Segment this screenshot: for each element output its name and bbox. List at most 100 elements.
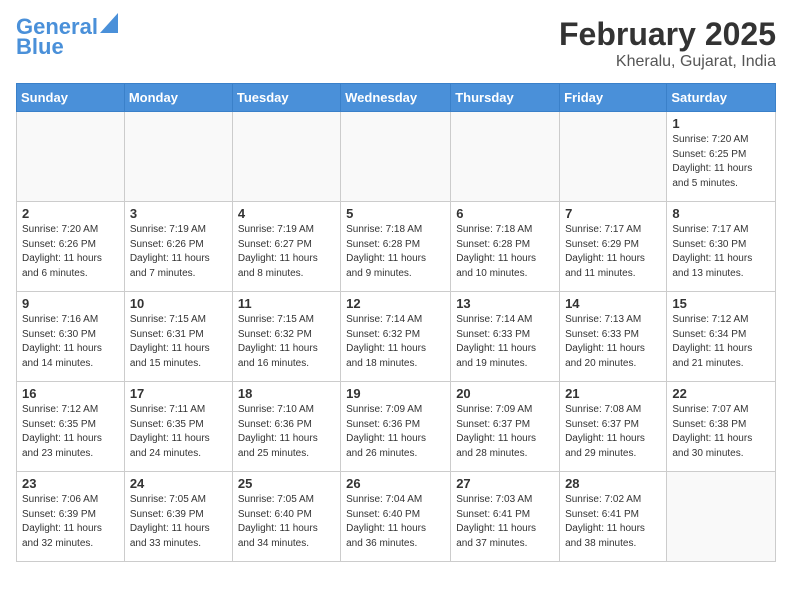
day-header-tuesday: Tuesday xyxy=(232,84,340,112)
calendar-cell: 23Sunrise: 7:06 AM Sunset: 6:39 PM Dayli… xyxy=(17,472,125,562)
day-info: Sunrise: 7:12 AM Sunset: 6:35 PM Dayligh… xyxy=(22,403,119,461)
calendar-cell: 22 Sunrise: 7:07 AM Sunset: 6:38 PM Dayli… xyxy=(667,382,776,472)
calendar-cell: 6Sunrise: 7:18 AM Sunset: 6:28 PM Daylig… xyxy=(451,202,560,292)
logo-arrow-icon xyxy=(100,13,118,33)
day-number: 9 xyxy=(22,296,119,311)
calendar-cell: 27 Sunrise: 7:03 AM Sunset: 6:41 PM Dayli… xyxy=(451,472,560,562)
day-number: 13 xyxy=(456,296,554,311)
calendar-cell xyxy=(667,472,776,562)
calendar-week-row: 16 Sunrise: 7:12 AM Sunset: 6:35 PM Dayli… xyxy=(17,382,776,472)
day-number: 4 xyxy=(238,206,335,221)
day-number: 1 xyxy=(672,116,770,131)
day-info: Sunrise: 7:13 AM Sunset: 6:33 PM Dayligh… xyxy=(565,313,661,371)
calendar-cell: 26 Sunrise: 7:04 AM Sunset: 6:40 PM Dayli… xyxy=(341,472,451,562)
day-number: 26 xyxy=(346,476,445,491)
day-info: Sunrise: 7:16 AM Sunset: 6:30 PM Dayligh… xyxy=(22,313,119,371)
day-info: Sunrise: 7:17 AM Sunset: 6:29 PM Dayligh… xyxy=(565,223,661,281)
day-info: Sunrise: 7:04 AM Sunset: 6:40 PM Dayligh… xyxy=(346,493,445,551)
day-number: 18 xyxy=(238,386,335,401)
day-number: 24 xyxy=(130,476,227,491)
day-info: Sunrise: 7:12 AM Sunset: 6:34 PM Dayligh… xyxy=(672,313,770,371)
calendar-header-row: SundayMondayTuesdayWednesdayThursdayFrid… xyxy=(17,84,776,112)
day-number: 5 xyxy=(346,206,445,221)
day-number: 28 xyxy=(565,476,661,491)
calendar-cell: 28 Sunrise: 7:02 AM Sunset: 6:41 PM Dayli… xyxy=(560,472,667,562)
day-number: 14 xyxy=(565,296,661,311)
calendar-cell xyxy=(17,112,125,202)
day-number: 25 xyxy=(238,476,335,491)
calendar-cell: 14 Sunrise: 7:13 AM Sunset: 6:33 PM Dayli… xyxy=(560,292,667,382)
day-number: 7 xyxy=(565,206,661,221)
day-info: Sunrise: 7:06 AM Sunset: 6:39 PM Dayligh… xyxy=(22,493,119,551)
day-info: Sunrise: 7:07 AM Sunset: 6:38 PM Dayligh… xyxy=(672,403,770,461)
calendar-cell: 11 Sunrise: 7:15 AM Sunset: 6:32 PM Dayli… xyxy=(232,292,340,382)
day-number: 15 xyxy=(672,296,770,311)
day-info: Sunrise: 7:15 AM Sunset: 6:31 PM Dayligh… xyxy=(130,313,227,371)
location-subtitle: Kheralu, Gujarat, India xyxy=(559,53,776,71)
calendar-week-row: 2 Sunrise: 7:20 AM Sunset: 6:26 PM Daylig… xyxy=(17,202,776,292)
calendar-cell: 5Sunrise: 7:18 AM Sunset: 6:28 PM Daylig… xyxy=(341,202,451,292)
day-number: 8 xyxy=(672,206,770,221)
day-header-monday: Monday xyxy=(124,84,232,112)
calendar-week-row: 9 Sunrise: 7:16 AM Sunset: 6:30 PM Daylig… xyxy=(17,292,776,382)
day-info: Sunrise: 7:14 AM Sunset: 6:33 PM Dayligh… xyxy=(456,313,554,371)
day-info: Sunrise: 7:11 AM Sunset: 6:35 PM Dayligh… xyxy=(130,403,227,461)
day-number: 6 xyxy=(456,206,554,221)
day-number: 20 xyxy=(456,386,554,401)
day-header-sunday: Sunday xyxy=(17,84,125,112)
day-info: Sunrise: 7:20 AM Sunset: 6:26 PM Dayligh… xyxy=(22,223,119,281)
calendar-cell xyxy=(451,112,560,202)
day-number: 22 xyxy=(672,386,770,401)
day-info: Sunrise: 7:10 AM Sunset: 6:36 PM Dayligh… xyxy=(238,403,335,461)
calendar-cell: 25 Sunrise: 7:05 AM Sunset: 6:40 PM Dayli… xyxy=(232,472,340,562)
calendar-cell: 18 Sunrise: 7:10 AM Sunset: 6:36 PM Dayli… xyxy=(232,382,340,472)
day-number: 16 xyxy=(22,386,119,401)
day-number: 19 xyxy=(346,386,445,401)
calendar-cell: 1Sunrise: 7:20 AM Sunset: 6:25 PM Daylig… xyxy=(667,112,776,202)
day-number: 2 xyxy=(22,206,119,221)
page-header: General Blue February 2025 Kheralu, Guja… xyxy=(16,16,776,71)
calendar-cell xyxy=(341,112,451,202)
calendar-cell: 17Sunrise: 7:11 AM Sunset: 6:35 PM Dayli… xyxy=(124,382,232,472)
day-number: 12 xyxy=(346,296,445,311)
calendar-cell xyxy=(560,112,667,202)
day-header-thursday: Thursday xyxy=(451,84,560,112)
day-number: 10 xyxy=(130,296,227,311)
calendar-cell: 20 Sunrise: 7:09 AM Sunset: 6:37 PM Dayli… xyxy=(451,382,560,472)
calendar-cell xyxy=(232,112,340,202)
calendar-cell: 9 Sunrise: 7:16 AM Sunset: 6:30 PM Daylig… xyxy=(17,292,125,382)
calendar-week-row: 23Sunrise: 7:06 AM Sunset: 6:39 PM Dayli… xyxy=(17,472,776,562)
day-header-wednesday: Wednesday xyxy=(341,84,451,112)
day-info: Sunrise: 7:08 AM Sunset: 6:37 PM Dayligh… xyxy=(565,403,661,461)
calendar-cell: 12 Sunrise: 7:14 AM Sunset: 6:32 PM Dayli… xyxy=(341,292,451,382)
calendar-cell: 4 Sunrise: 7:19 AM Sunset: 6:27 PM Daylig… xyxy=(232,202,340,292)
calendar-cell: 16 Sunrise: 7:12 AM Sunset: 6:35 PM Dayli… xyxy=(17,382,125,472)
day-number: 21 xyxy=(565,386,661,401)
day-info: Sunrise: 7:14 AM Sunset: 6:32 PM Dayligh… xyxy=(346,313,445,371)
day-info: Sunrise: 7:03 AM Sunset: 6:41 PM Dayligh… xyxy=(456,493,554,551)
calendar-cell xyxy=(124,112,232,202)
day-info: Sunrise: 7:19 AM Sunset: 6:26 PM Dayligh… xyxy=(130,223,227,281)
calendar-cell: 13 Sunrise: 7:14 AM Sunset: 6:33 PM Dayli… xyxy=(451,292,560,382)
day-number: 27 xyxy=(456,476,554,491)
title-block: February 2025 Kheralu, Gujarat, India xyxy=(559,16,776,71)
day-info: Sunrise: 7:19 AM Sunset: 6:27 PM Dayligh… xyxy=(238,223,335,281)
day-info: Sunrise: 7:02 AM Sunset: 6:41 PM Dayligh… xyxy=(565,493,661,551)
day-info: Sunrise: 7:05 AM Sunset: 6:39 PM Dayligh… xyxy=(130,493,227,551)
day-info: Sunrise: 7:09 AM Sunset: 6:36 PM Dayligh… xyxy=(346,403,445,461)
calendar-week-row: 1Sunrise: 7:20 AM Sunset: 6:25 PM Daylig… xyxy=(17,112,776,202)
day-info: Sunrise: 7:09 AM Sunset: 6:37 PM Dayligh… xyxy=(456,403,554,461)
calendar-cell: 8Sunrise: 7:17 AM Sunset: 6:30 PM Daylig… xyxy=(667,202,776,292)
day-header-saturday: Saturday xyxy=(667,84,776,112)
calendar-table: SundayMondayTuesdayWednesdayThursdayFrid… xyxy=(16,83,776,562)
calendar-cell: 21 Sunrise: 7:08 AM Sunset: 6:37 PM Dayli… xyxy=(560,382,667,472)
day-number: 11 xyxy=(238,296,335,311)
calendar-cell: 2 Sunrise: 7:20 AM Sunset: 6:26 PM Daylig… xyxy=(17,202,125,292)
day-header-friday: Friday xyxy=(560,84,667,112)
calendar-cell: 7 Sunrise: 7:17 AM Sunset: 6:29 PM Daylig… xyxy=(560,202,667,292)
calendar-cell: 24 Sunrise: 7:05 AM Sunset: 6:39 PM Dayli… xyxy=(124,472,232,562)
day-info: Sunrise: 7:15 AM Sunset: 6:32 PM Dayligh… xyxy=(238,313,335,371)
day-info: Sunrise: 7:05 AM Sunset: 6:40 PM Dayligh… xyxy=(238,493,335,551)
month-year-title: February 2025 xyxy=(559,16,776,53)
calendar-cell: 19 Sunrise: 7:09 AM Sunset: 6:36 PM Dayli… xyxy=(341,382,451,472)
